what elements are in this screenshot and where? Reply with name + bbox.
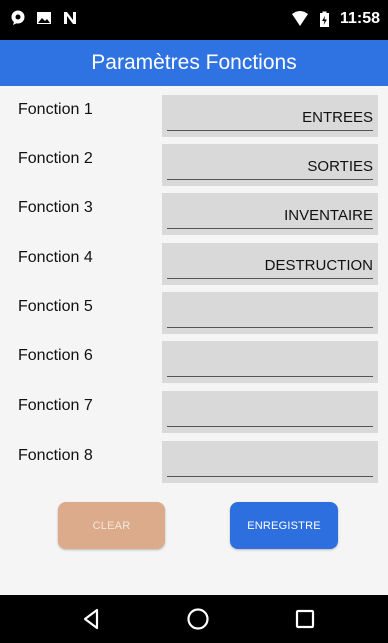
function-row-1: Fonction 1 ENTREES (0, 95, 388, 137)
function-4-value: DESTRUCTION (264, 257, 373, 274)
function-5-label: Fonction 5 (18, 298, 93, 315)
function-2-underline (167, 179, 373, 180)
function-2-value: SORTIES (307, 158, 373, 175)
function-row-7: Fonction 7 (0, 391, 388, 433)
function-row-2: Fonction 2 SORTIES (0, 144, 388, 186)
status-bar-right: 11:58 (291, 9, 380, 29)
function-1-label: Fonction 1 (18, 101, 93, 118)
function-2-input[interactable]: SORTIES (162, 144, 378, 186)
clear-button[interactable]: CLEAR (58, 502, 165, 549)
function-1-underline (167, 130, 373, 131)
function-row-4: Fonction 4 DESTRUCTION (0, 243, 388, 285)
app-bar: Paramètres Fonctions (0, 40, 388, 86)
back-icon[interactable] (80, 607, 104, 631)
status-bar-left-icons (10, 10, 78, 26)
function-7-label: Fonction 7 (18, 397, 93, 414)
recents-icon[interactable] (293, 607, 317, 631)
function-1-input[interactable]: ENTREES (162, 95, 378, 137)
system-nav-bar (0, 595, 388, 643)
home-icon[interactable] (186, 607, 210, 631)
page-title: Paramètres Fonctions (91, 51, 297, 74)
function-row-5: Fonction 5 (0, 292, 388, 334)
function-row-8: Fonction 8 (0, 441, 388, 483)
save-button[interactable]: ENREGISTRE (230, 502, 338, 549)
function-3-input[interactable]: INVENTAIRE (162, 193, 378, 235)
status-clock: 11:58 (339, 10, 380, 27)
function-7-input[interactable] (162, 391, 378, 433)
n-logo-icon (64, 12, 76, 24)
wifi-icon (291, 11, 308, 26)
function-6-input[interactable] (162, 341, 378, 383)
function-4-input[interactable]: DESTRUCTION (162, 243, 378, 285)
function-8-underline (167, 476, 373, 477)
chat-bubble-icon (11, 10, 25, 25)
function-3-label: Fonction 3 (18, 199, 93, 216)
function-7-underline (167, 426, 373, 427)
image-icon (37, 12, 51, 24)
function-8-input[interactable] (162, 441, 378, 483)
function-6-underline (167, 376, 373, 377)
function-8-label: Fonction 8 (18, 447, 93, 464)
function-5-underline (167, 327, 373, 328)
function-3-underline (167, 228, 373, 229)
status-bar: 11:58 (0, 0, 388, 40)
function-5-input[interactable] (162, 292, 378, 334)
function-6-label: Fonction 6 (18, 347, 93, 364)
function-2-label: Fonction 2 (18, 150, 93, 167)
function-1-value: ENTREES (302, 109, 373, 126)
function-3-value: INVENTAIRE (284, 207, 373, 224)
function-4-underline (167, 278, 373, 279)
function-row-3: Fonction 3 INVENTAIRE (0, 193, 388, 235)
function-row-6: Fonction 6 (0, 341, 388, 383)
battery-charging-icon (319, 11, 329, 27)
function-4-label: Fonction 4 (18, 249, 93, 266)
